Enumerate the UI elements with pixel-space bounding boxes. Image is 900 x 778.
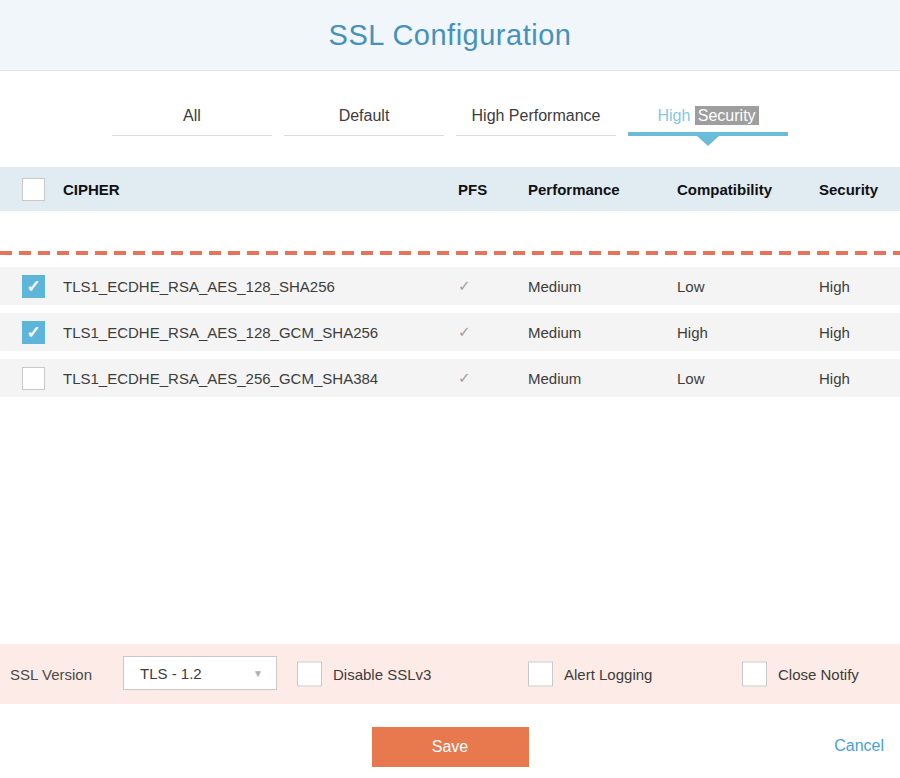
row-checkbox[interactable]: ✓ <box>22 367 45 390</box>
cipher-name: TLS1_ECDHE_RSA_AES_128_SHA256 <box>63 278 458 295</box>
ssl-version-dropdown[interactable]: TLS - 1.2 ▼ <box>123 656 277 690</box>
alert-logging-label: Alert Logging <box>564 666 652 683</box>
cipher-name: TLS1_ECDHE_RSA_AES_128_GCM_SHA256 <box>63 324 458 341</box>
alert-logging-checkbox[interactable] <box>528 662 553 687</box>
tab-bar: All Default High Performance High Securi… <box>0 107 900 136</box>
row-checkbox[interactable]: ✓ <box>22 275 45 298</box>
row-checkbox[interactable]: ✓ <box>22 321 45 344</box>
column-header-cipher: CIPHER <box>63 181 458 198</box>
close-notify-option: Close Notify <box>742 662 859 687</box>
cancel-button[interactable]: Cancel <box>834 737 884 755</box>
security-value: High <box>819 370 900 387</box>
tab-high-security[interactable]: High Security <box>628 107 788 136</box>
security-value: High <box>819 324 900 341</box>
column-header-performance: Performance <box>528 181 677 198</box>
disable-sslv3-checkbox[interactable] <box>297 662 322 687</box>
dialog-header: SSL Configuration <box>0 0 900 71</box>
pfs-check-icon: ✓ <box>458 369 471 386</box>
ssl-options-bar: SSL Version TLS - 1.2 ▼ Disable SSLv3 Al… <box>0 644 900 704</box>
close-notify-checkbox[interactable] <box>742 662 767 687</box>
compatibility-value: High <box>677 324 819 341</box>
close-notify-label: Close Notify <box>778 666 859 683</box>
save-button[interactable]: Save <box>372 727 529 767</box>
performance-value: Medium <box>528 278 677 295</box>
compatibility-value: Low <box>677 370 819 387</box>
table-row[interactable]: ✓ TLS1_ECDHE_RSA_AES_128_SHA256 ✓ Medium… <box>0 267 900 305</box>
chevron-down-icon: ▼ <box>253 668 263 679</box>
ssl-version-label: SSL Version <box>10 666 92 683</box>
table-header-row: ✓ CIPHER PFS Performance Compatibility S… <box>0 167 900 211</box>
performance-value: Medium <box>528 370 677 387</box>
dashed-separator <box>0 251 900 255</box>
tab-high-performance[interactable]: High Performance <box>456 107 616 136</box>
checkmark-icon: ✓ <box>26 322 40 343</box>
checkmark-icon: ✓ <box>26 276 40 297</box>
cipher-table-body: ✓ TLS1_ECDHE_RSA_AES_128_SHA256 ✓ Medium… <box>0 267 900 397</box>
select-all-checkbox[interactable]: ✓ <box>22 178 45 201</box>
pfs-check-icon: ✓ <box>458 323 471 340</box>
pfs-check-icon: ✓ <box>458 277 471 294</box>
security-value: High <box>819 278 900 295</box>
table-row[interactable]: ✓ TLS1_ECDHE_RSA_AES_128_GCM_SHA256 ✓ Me… <box>0 313 900 351</box>
column-header-compatibility: Compatibility <box>677 181 819 198</box>
performance-value: Medium <box>528 324 677 341</box>
action-bar: Save Cancel <box>0 704 900 777</box>
tab-label-selected-word: Security <box>695 106 759 125</box>
tab-default[interactable]: Default <box>284 107 444 136</box>
table-row[interactable]: ✓ TLS1_ECDHE_RSA_AES_256_GCM_SHA384 ✓ Me… <box>0 359 900 397</box>
column-header-pfs: PFS <box>458 181 528 198</box>
disable-sslv3-label: Disable SSLv3 <box>333 666 431 683</box>
tab-all[interactable]: All <box>112 107 272 136</box>
active-tab-pointer-icon <box>697 136 719 146</box>
compatibility-value: Low <box>677 278 819 295</box>
ssl-version-value: TLS - 1.2 <box>140 665 202 682</box>
tab-label-word: High <box>657 107 690 124</box>
disable-sslv3-option: Disable SSLv3 <box>297 662 431 687</box>
alert-logging-option: Alert Logging <box>528 662 652 687</box>
page-title: SSL Configuration <box>329 19 572 52</box>
column-header-security: Security <box>819 181 900 198</box>
cipher-name: TLS1_ECDHE_RSA_AES_256_GCM_SHA384 <box>63 370 458 387</box>
